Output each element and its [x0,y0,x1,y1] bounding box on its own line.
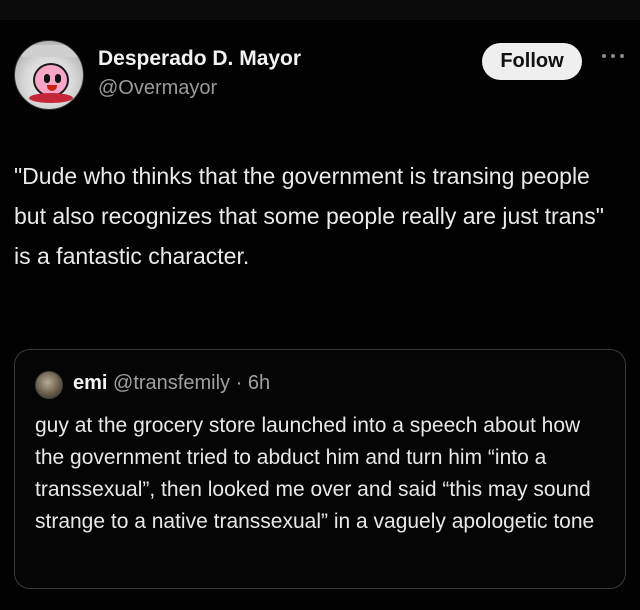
quoted-author-name[interactable]: emi [73,372,107,394]
author-display-name[interactable]: Desperado D. Mayor [98,47,301,71]
quoted-author-avatar[interactable] [35,371,63,399]
avatar-eye [44,74,50,83]
quoted-author-handle[interactable]: @transfemily [113,372,230,394]
kirby-avatar-icon[interactable] [14,40,84,110]
author-handle[interactable]: @Overmayor [98,77,217,100]
quoted-tweet-meta: emi @transfemily · 6h [73,372,270,395]
follow-button[interactable]: Follow [482,43,582,80]
avatar-foot [29,93,73,103]
more-horizontal-icon[interactable] [600,51,626,61]
quoted-tweet-card[interactable]: emi @transfemily · 6h guy at the grocery… [14,349,626,589]
tweet-body: "Dude who thinks that the government is … [14,163,604,269]
tweet-header: Desperado D. Mayor @Overmayor Follow [14,40,626,110]
meta-separator: · [235,372,243,394]
top-strip [0,0,640,20]
tweet-screenshot: Desperado D. Mayor @Overmayor Follow "Du… [0,0,640,610]
avatar-eye [55,74,61,83]
quoted-tweet-time[interactable]: 6h [248,372,270,394]
avatar-face [33,63,69,97]
quoted-tweet-body: guy at the grocery store launched into a… [35,414,595,533]
avatar-mouth [47,85,57,91]
avatar-band [21,45,79,57]
